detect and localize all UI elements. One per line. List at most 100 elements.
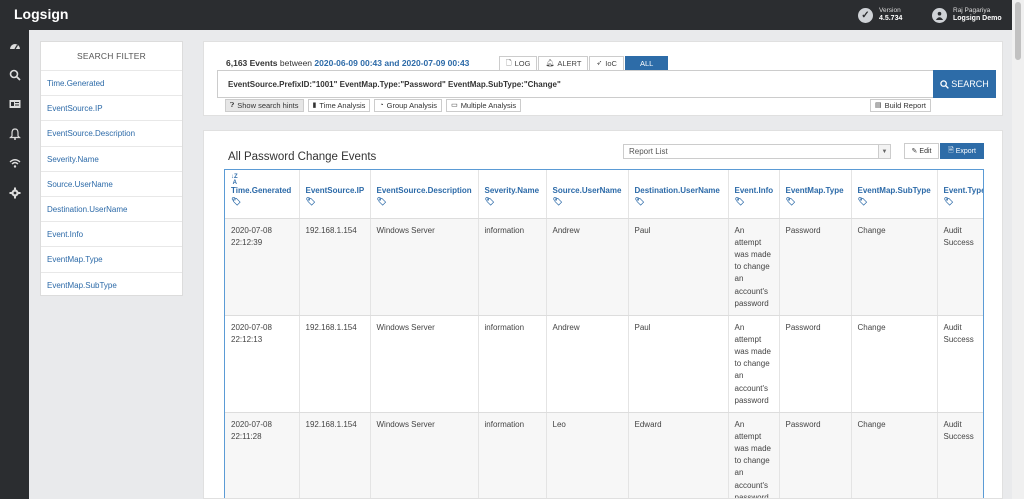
tab-all[interactable]: ALL (624, 56, 669, 70)
column-header[interactable]: Destination.UserName 🏷︎ (628, 170, 729, 219)
between-label: between (279, 58, 313, 68)
cell-text: Change (857, 419, 886, 429)
table-cell: Windows Server (370, 315, 479, 413)
column-header[interactable]: EventMap.SubType 🏷︎ (851, 170, 938, 219)
column-header[interactable]: EventMap.Type 🏷︎ (779, 170, 852, 219)
table-cell: Leo (546, 412, 629, 498)
user-menu[interactable]: Raj Pagariya Logsign Demo (932, 6, 1002, 24)
filter-item[interactable]: EventSource.IP (41, 95, 182, 120)
time-analysis-button[interactable]: ▮ Time Analysis (307, 99, 371, 112)
column-header[interactable]: EventSource.Description 🏷︎ (370, 170, 479, 219)
show-search-hints-button[interactable]: ❓︎ Show search hints (225, 99, 304, 112)
cell-text: 22:12:39 (231, 237, 263, 247)
table-cell: Windows Server (370, 218, 479, 316)
filter-item[interactable]: Destination.UserName (41, 195, 182, 221)
filter-item[interactable]: Severity.Name (41, 145, 182, 171)
sort-alpha-icon[interactable]: ↓Z A (231, 174, 238, 186)
filter-item[interactable]: Event.Info (41, 221, 182, 246)
chevron-down-icon: ▼ (878, 145, 890, 158)
cell-text: Andrew (552, 225, 580, 235)
table-cell: 2020-07-08 22:11:28 (225, 412, 300, 498)
table-row[interactable]: 2020-07-08 22:11:28 192.168.1.154 Windows S… (225, 412, 983, 498)
column-header[interactable]: Source.UserName 🏷︎ (546, 170, 629, 219)
search-icon[interactable] (7, 67, 22, 82)
user-name: Raj Pagariya (953, 7, 991, 14)
column-header[interactable]: Severity.Name 🏷︎ (478, 170, 547, 219)
tag-icon[interactable]: 🏷︎ (553, 197, 622, 206)
tag-icon[interactable]: 🏷︎ (786, 197, 845, 206)
table-cell: Change (851, 315, 938, 413)
tab-log[interactable]: 🗋 LOG (499, 56, 538, 70)
top-bar: Logsign ✓ Version 4.5.734 Raj Pagariya L… (0, 0, 1012, 30)
scrollbar-thumb[interactable] (1015, 2, 1021, 60)
search-button[interactable]: SEARCH (933, 70, 996, 98)
cell-text: Paul (634, 225, 651, 235)
tab-ioc[interactable]: ➶ IoC (589, 56, 624, 70)
tag-icon[interactable]: 🏷︎ (377, 197, 472, 206)
multiple-analysis-button[interactable]: ▭ Multiple Analysis (446, 99, 522, 112)
gear-icon[interactable] (7, 185, 22, 200)
edit-button[interactable]: ✎ Edit (904, 143, 939, 159)
cell-text: Change (857, 225, 886, 235)
cell-text: Audit (943, 419, 962, 429)
tag-icon[interactable]: 🏷︎ (231, 197, 293, 206)
events-table-container[interactable]: ↓Z A Time.Generated 🏷︎ EventSource.IP 🏷︎ Ev… (224, 169, 984, 498)
id-card-icon[interactable] (7, 96, 22, 111)
cell-text: password (734, 395, 769, 405)
cell-text: An (734, 419, 745, 429)
column-header[interactable]: EventSource.IP 🏷︎ (299, 170, 371, 219)
cell-text: Change (857, 322, 886, 332)
filter-item[interactable]: Source.UserName (41, 170, 182, 196)
cell-text: account's (734, 286, 769, 296)
cell-text: Windows Server (376, 419, 435, 429)
dashboard-icon[interactable] (7, 38, 22, 53)
report-title: All Password Change Events (228, 151, 377, 163)
column-header[interactable]: Event.Info 🏷︎ (728, 170, 780, 219)
page-scrollbar[interactable] (1012, 0, 1024, 499)
tag-icon[interactable]: 🏷︎ (858, 197, 931, 206)
table-row[interactable]: 2020-07-08 22:12:39 192.168.1.154 Windows S… (225, 218, 983, 316)
filter-item[interactable]: EventMap.Type (41, 246, 182, 271)
report-icon: ▤ (875, 101, 882, 109)
table-cell: Audit Success (937, 412, 983, 498)
filter-item[interactable]: EventSource.Description (41, 120, 182, 145)
tag-icon[interactable]: 🏷︎ (735, 197, 773, 206)
search-icon (940, 79, 950, 89)
cell-text: 2020-07-08 (231, 322, 272, 332)
table-cell: Paul (628, 315, 729, 413)
table-cell: Password (779, 218, 852, 316)
build-report-button[interactable]: ▤ Build Report (870, 99, 931, 112)
cell-text: was made (734, 443, 771, 453)
table-cell: Audit Success (937, 315, 983, 413)
date-range[interactable]: 2020-06-09 00:43 and 2020-07-09 00:43 (314, 58, 469, 68)
cell-text: Andrew (552, 322, 580, 332)
cell-text: Success (943, 334, 974, 344)
cell-text: 192.168.1.154 (305, 322, 357, 332)
search-query-input[interactable]: EventSource.PrefixID:"1001" EventMap.Typ… (217, 70, 934, 98)
tag-icon[interactable]: 🏷︎ (944, 197, 984, 206)
group-analysis-button[interactable]: ◔ Group Analysis (374, 99, 443, 112)
tab-alert[interactable]: 🔔︎ ALERT (538, 56, 589, 70)
column-header[interactable]: ↓Z A Time.Generated 🏷︎ (225, 170, 300, 219)
cell-text: information (484, 322, 525, 332)
tag-icon[interactable]: 🏷︎ (485, 197, 540, 206)
cell-text: Success (943, 431, 974, 441)
column-header[interactable]: Event.Type 🏷︎ (937, 170, 984, 219)
export-button[interactable]: 🗎 Export (940, 143, 984, 159)
wifi-icon[interactable] (7, 155, 22, 170)
edit-icon: ✎ (911, 148, 918, 155)
table-cell: Andrew (546, 218, 629, 316)
cell-text: attempt (734, 431, 762, 441)
bell-icon: 🔔︎ (545, 60, 555, 67)
table-cell: 192.168.1.154 (299, 315, 371, 413)
report-list-select[interactable]: Report List ▼ (623, 144, 891, 159)
bell-icon[interactable] (7, 126, 22, 141)
filter-item[interactable]: Time.Generated (41, 70, 182, 95)
app-logo[interactable]: Logsign (14, 6, 68, 22)
filter-item[interactable]: EventMap.SubType (41, 271, 182, 297)
table-row[interactable]: 2020-07-08 22:12:13 192.168.1.154 Windows S… (225, 315, 983, 413)
tag-icon[interactable]: 🏷︎ (306, 197, 364, 206)
side-nav (0, 30, 29, 499)
cell-text: Success (943, 237, 974, 247)
tag-icon[interactable]: 🏷︎ (635, 197, 722, 206)
